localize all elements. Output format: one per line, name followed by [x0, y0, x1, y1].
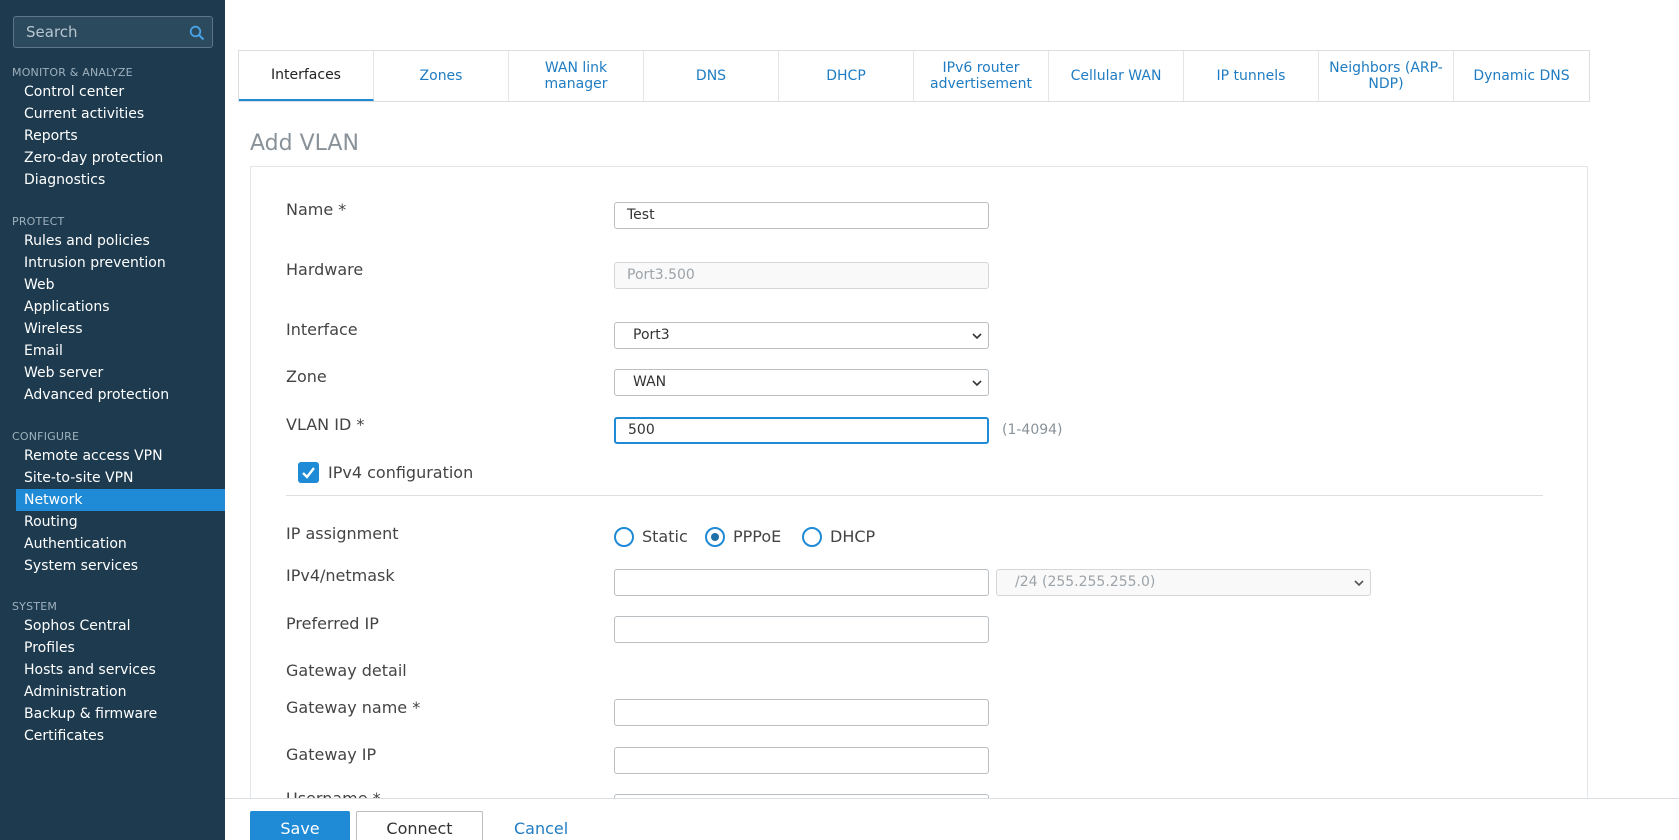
nav-heading: SYSTEM [12, 600, 58, 613]
sidebar-item-backup-firmware[interactable]: Backup & firmware [0, 703, 225, 725]
ipv4-netmask-label: IPv4/netmask [286, 566, 395, 585]
nav-section-monitor: MONITOR & ANALYZE Control center Current… [0, 64, 225, 191]
cancel-button[interactable]: Cancel [495, 811, 585, 840]
sidebar-item-remote-access-vpn[interactable]: Remote access VPN [0, 445, 225, 467]
ipv4-address-field[interactable] [614, 569, 989, 596]
nav-heading: CONFIGURE [12, 430, 80, 443]
divider [286, 495, 1543, 496]
sidebar-item-authentication[interactable]: Authentication [0, 533, 225, 555]
interface-select-value: Port3 [633, 327, 670, 343]
vlan-id-hint: (1-4094) [1002, 422, 1063, 438]
sidebar-item-system-services[interactable]: System services [0, 555, 225, 577]
tab-ipv6-router-advertisement[interactable]: IPv6 router advertisement [914, 51, 1049, 101]
gateway-name-field[interactable] [614, 699, 989, 726]
netmask-select[interactable]: /24 (255.255.255.0) [996, 569, 1371, 596]
connect-button[interactable]: Connect [356, 811, 483, 840]
radio-dhcp-label: DHCP [830, 527, 876, 546]
page-title: Add VLAN [250, 131, 359, 156]
vlan-id-label: VLAN ID * [286, 415, 365, 434]
nav-section-configure: CONFIGURE Remote access VPN Site-to-site… [0, 428, 225, 577]
chevron-down-icon [972, 380, 982, 387]
hardware-field: Port3.500 [614, 262, 989, 289]
sidebar-item-web-server[interactable]: Web server [0, 362, 225, 384]
tab-wan-link-manager[interactable]: WAN link manager [509, 51, 644, 101]
sidebar-item-control-center[interactable]: Control center [0, 81, 225, 103]
tab-ip-tunnels[interactable]: IP tunnels [1184, 51, 1319, 101]
radio-static-label: Static [642, 527, 688, 546]
save-button[interactable]: Save [250, 811, 350, 840]
sidebar-item-reports[interactable]: Reports [0, 125, 225, 147]
gateway-ip-label: Gateway IP [286, 745, 377, 764]
search-input[interactable] [14, 17, 184, 47]
tab-dhcp[interactable]: DHCP [779, 51, 914, 101]
tab-bar: Interfaces Zones WAN link manager DNS DH… [238, 50, 1590, 102]
search-box[interactable] [13, 16, 213, 48]
sidebar-item-intrusion-prevention[interactable]: Intrusion prevention [0, 252, 225, 274]
tab-zones[interactable]: Zones [374, 51, 509, 101]
radio-pppoe-label: PPPoE [733, 527, 782, 546]
ip-assignment-label: IP assignment [286, 524, 399, 543]
sidebar-item-network[interactable]: Network [16, 489, 225, 511]
sidebar-item-applications[interactable]: Applications [0, 296, 225, 318]
chevron-down-icon [972, 333, 982, 340]
sidebar-item-advanced-protection[interactable]: Advanced protection [0, 384, 225, 406]
zone-label: Zone [286, 367, 327, 386]
zone-select[interactable]: WAN [614, 369, 989, 396]
sidebar-item-profiles[interactable]: Profiles [0, 637, 225, 659]
tab-interfaces[interactable]: Interfaces [239, 51, 374, 101]
tab-neighbors[interactable]: Neighbors (ARP-NDP) [1319, 51, 1454, 101]
sidebar-item-zero-day-protection[interactable]: Zero-day protection [0, 147, 225, 169]
tab-dns[interactable]: DNS [644, 51, 779, 101]
sidebar-item-sophos-central[interactable]: Sophos Central [0, 615, 225, 637]
sidebar-item-rules-and-policies[interactable]: Rules and policies [0, 230, 225, 252]
sidebar-item-web[interactable]: Web [0, 274, 225, 296]
sidebar-item-administration[interactable]: Administration [0, 681, 225, 703]
sidebar-item-email[interactable]: Email [0, 340, 225, 362]
sidebar-item-diagnostics[interactable]: Diagnostics [0, 169, 225, 191]
nav-section-protect: PROTECT Rules and policies Intrusion pre… [0, 213, 225, 406]
hardware-label: Hardware [286, 260, 364, 279]
checkmark-icon [302, 467, 315, 479]
sidebar-item-certificates[interactable]: Certificates [0, 725, 225, 747]
interface-select[interactable]: Port3 [614, 322, 989, 349]
preferred-ip-field[interactable] [614, 616, 989, 643]
radio-pppoe[interactable] [705, 527, 725, 547]
ipv4-configuration-label: IPv4 configuration [328, 463, 474, 482]
gateway-name-label: Gateway name * [286, 698, 421, 717]
gateway-detail-heading: Gateway detail [286, 661, 407, 680]
sidebar-item-wireless[interactable]: Wireless [0, 318, 225, 340]
sidebar-item-hosts-and-services[interactable]: Hosts and services [0, 659, 225, 681]
sidebar-item-current-activities[interactable]: Current activities [0, 103, 225, 125]
preferred-ip-label: Preferred IP [286, 614, 379, 633]
zone-select-value: WAN [633, 374, 667, 390]
tab-cellular-wan[interactable]: Cellular WAN [1049, 51, 1184, 101]
sidebar-item-site-to-site-vpn[interactable]: Site-to-site VPN [0, 467, 225, 489]
ipv4-configuration-checkbox[interactable] [298, 462, 319, 483]
sidebar-item-routing[interactable]: Routing [0, 511, 225, 533]
sidebar: MONITOR & ANALYZE Control center Current… [0, 0, 225, 840]
nav-section-system: SYSTEM Sophos Central Profiles Hosts and… [0, 598, 225, 747]
tab-dynamic-dns[interactable]: Dynamic DNS [1454, 51, 1589, 101]
netmask-select-value: /24 (255.255.255.0) [1015, 574, 1156, 590]
username-label: Username * [286, 789, 381, 798]
vlan-id-field[interactable]: 500 [614, 417, 989, 444]
nav-heading: MONITOR & ANALYZE [12, 66, 133, 79]
name-field[interactable]: Test [614, 202, 989, 229]
radio-static[interactable] [614, 527, 634, 547]
interface-label: Interface [286, 320, 358, 339]
radio-dhcp[interactable] [802, 527, 822, 547]
search-icon[interactable] [189, 25, 205, 41]
name-label: Name * [286, 200, 347, 219]
chevron-down-icon [1354, 580, 1364, 587]
nav-heading: PROTECT [12, 215, 65, 228]
gateway-ip-field[interactable] [614, 747, 989, 774]
